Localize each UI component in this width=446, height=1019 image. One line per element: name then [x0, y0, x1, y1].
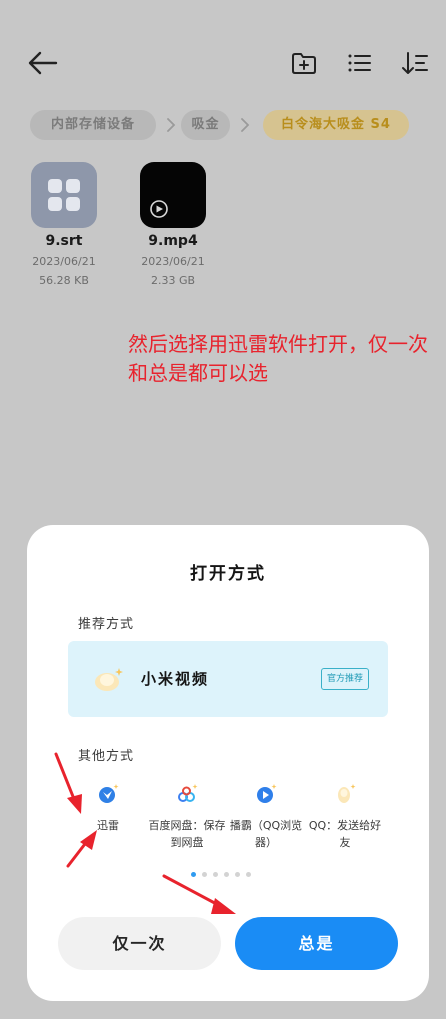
- qq-browser-player-icon: [255, 783, 277, 805]
- app-option-label: 迅雷: [97, 819, 119, 832]
- app-option-qq-browser-player[interactable]: 播霸（QQ浏览器）: [226, 783, 306, 851]
- app-grid-icon: [31, 162, 97, 228]
- app-option-label: QQ：发送给好友: [308, 819, 382, 849]
- back-button[interactable]: [26, 48, 60, 78]
- list-view-icon: [348, 54, 371, 72]
- breadcrumb-item-folder[interactable]: 吸金: [181, 110, 230, 140]
- app-option-label: 百度网盘：保存到网盘: [148, 819, 226, 849]
- always-button[interactable]: 总是: [235, 917, 398, 970]
- open-with-dialog: 打开方式 推荐方式 小米视频 官方推荐 其他方式 迅雷 百度网盘：保存到网盘 播…: [27, 525, 429, 1001]
- breadcrumb-item-current[interactable]: 白令海大吸金 S4: [263, 110, 409, 140]
- new-folder-icon: [292, 53, 316, 74]
- sort-icon: [402, 52, 428, 74]
- file-name: 9.srt: [45, 233, 83, 249]
- file-size: 56.28 KB: [39, 274, 89, 287]
- instruction-annotation: 然后选择用迅雷软件打开，仅一次和总是都可以选: [128, 332, 428, 385]
- other-section-label: 其他方式: [78, 749, 135, 764]
- app-option-xunlei[interactable]: 迅雷: [68, 783, 148, 834]
- file-date: 2023/06/21: [32, 255, 96, 268]
- recommended-app-mi-video[interactable]: 小米视频 官方推荐: [68, 641, 388, 717]
- file-item-mp4[interactable]: 9.mp4 2023/06/21 2.33 GB: [123, 162, 223, 290]
- chevron-right-icon: [167, 118, 176, 132]
- xunlei-icon: [97, 783, 119, 805]
- file-name: 9.mp4: [148, 233, 198, 249]
- qq-icon: [334, 783, 356, 805]
- list-view-button[interactable]: [344, 48, 374, 78]
- file-item-srt[interactable]: 9.srt 2023/06/21 56.28 KB: [14, 162, 114, 290]
- file-size: 2.33 GB: [150, 274, 196, 287]
- just-once-button[interactable]: 仅一次: [58, 917, 221, 970]
- recommended-section-label: 推荐方式: [78, 617, 135, 632]
- sort-button[interactable]: [400, 48, 430, 78]
- app-option-label: 播霸（QQ浏览器）: [229, 819, 303, 849]
- breadcrumb: 内部存储设备 吸金 白令海大吸金 S4: [30, 110, 446, 140]
- official-recommend-badge: 官方推荐: [320, 668, 369, 690]
- arrow-left-icon: [28, 51, 58, 75]
- dialog-title: 打开方式: [190, 564, 266, 584]
- baidu-netdisk-icon: [176, 783, 198, 805]
- mi-video-icon: [95, 668, 123, 691]
- recommended-app-name: 小米视频: [141, 670, 210, 688]
- app-option-baidu-netdisk[interactable]: 百度网盘：保存到网盘: [147, 783, 227, 851]
- app-option-qq[interactable]: QQ：发送给好友: [305, 783, 385, 851]
- breadcrumb-item-internal-storage[interactable]: 内部存储设备: [30, 110, 156, 140]
- top-toolbar: [0, 30, 446, 96]
- video-play-icon: [150, 200, 168, 218]
- chevron-right-icon: [241, 118, 250, 132]
- video-thumbnail: [140, 162, 206, 228]
- file-date: 2023/06/21: [141, 255, 205, 268]
- new-folder-button[interactable]: [289, 48, 319, 78]
